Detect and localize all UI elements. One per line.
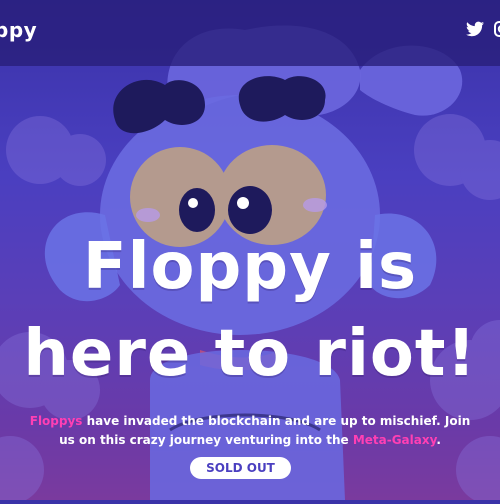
intro-period: . <box>436 433 441 447</box>
meta-galaxy-highlight: Meta-Galaxy <box>352 433 437 447</box>
hero-intro-text: Floppys have invaded the blockchain and … <box>20 412 480 450</box>
twitter-icon[interactable] <box>466 21 484 37</box>
instagram-icon[interactable] <box>494 21 500 37</box>
hero-headline-line-2: here to riot! <box>23 317 477 391</box>
site-logo[interactable]: ppy <box>0 18 37 42</box>
floppys-highlight: Floppys <box>29 414 83 428</box>
hero-headline-line-1: Floppy is <box>82 230 418 304</box>
sold-out-button[interactable]: SOLD OUT <box>190 457 291 479</box>
top-navigation-bar: ppy <box>0 0 500 66</box>
